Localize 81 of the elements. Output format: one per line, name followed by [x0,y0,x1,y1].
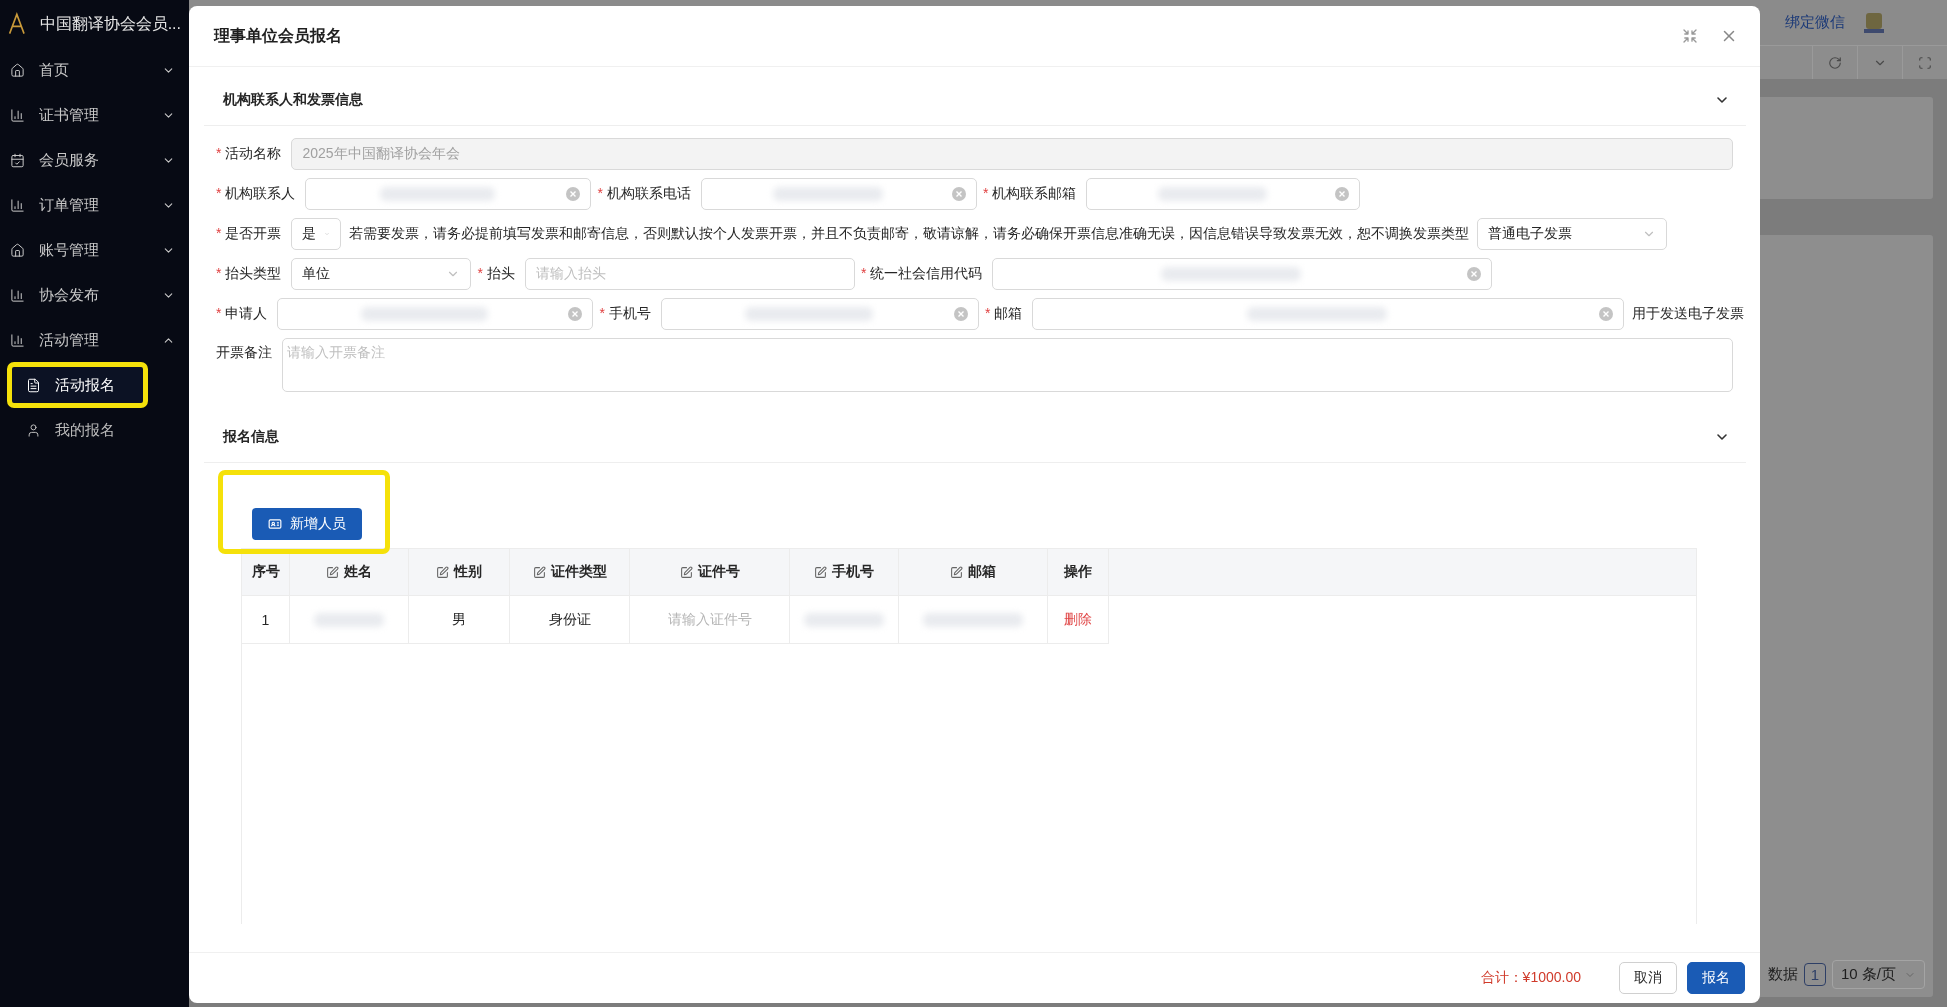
calendar-check-icon [10,153,25,168]
input-field[interactable] [992,258,1493,290]
bar-chart-icon [10,198,25,213]
menu-item[interactable]: 协会发布 [0,273,189,318]
field-label: * 申请人 [216,305,268,323]
select-field[interactable]: 单位 [291,258,472,290]
page-size-select[interactable]: 10 条/页 [1831,960,1925,989]
clear-icon[interactable] [568,307,583,321]
bar-chart-icon [10,288,25,303]
dialog-title: 理事单位会员报名 [214,25,343,46]
select-field[interactable]: 是 [291,218,342,250]
field-label: * 是否开票 [216,225,282,243]
input-field[interactable] [660,298,979,330]
bar-chart-icon [10,333,25,348]
field-label: * 手机号 [599,305,651,323]
edit-icon [814,565,827,579]
field-label: * 机构联系邮箱 [982,185,1077,203]
clear-icon[interactable] [1467,267,1482,281]
column-title: 证件类型 [550,563,607,581]
table-cell: 男 [409,596,510,644]
menu-item[interactable]: 活动管理 [0,318,189,363]
field-label: * 机构联系电话 [597,185,691,203]
clear-icon[interactable] [1335,187,1350,201]
menu-item[interactable]: 证书管理 [0,93,189,138]
shrink-icon[interactable] [1682,28,1698,44]
column-title: 姓名 [344,563,372,581]
field-label: * 统一社会信用代码 [860,265,983,283]
table-cell: 1 [242,596,290,644]
input-field[interactable] [1086,178,1361,210]
column-title: 邮箱 [968,563,996,581]
field-label: * 抬头类型 [216,265,282,283]
field-label: * 活动名称 [216,145,282,163]
menu-item[interactable]: 会员服务 [0,138,189,183]
submenu-item[interactable]: 我的报名 [12,412,143,448]
bar-chart-icon [10,108,25,123]
avatar[interactable] [1863,10,1885,35]
select-field[interactable]: 普通电子发票 [1477,218,1668,250]
user-icon [26,422,41,438]
clear-icon[interactable] [953,307,968,321]
table-cell: 身份证 [510,596,630,644]
input-field[interactable] [1032,298,1625,330]
hint-text: 若需要发票，请务必提前填写发票和邮寄信息，否则默认按个人发票开票，并且不负责邮寄，敬请谅解，请务必确保开票信息准确无误，因信息错误导致发票无效，恕不调换发票类型 [349,225,1470,243]
input-field[interactable] [700,178,977,210]
clear-icon[interactable] [951,187,966,201]
refresh-icon[interactable] [1828,55,1842,70]
clear-icon[interactable] [1599,307,1614,321]
hint-text: 用于发送电子发票 [1632,305,1745,323]
submit-button[interactable]: 报名 [1687,962,1745,994]
field-label: * 抬头 [477,265,515,283]
edit-icon [950,565,963,579]
house-icon [10,63,25,78]
edit-icon [532,565,546,579]
menu-item[interactable]: 订单管理 [0,183,189,228]
column-title: 性别 [454,563,482,581]
house-icon [10,243,25,258]
column-title: 操作 [1064,563,1092,581]
edit-icon [326,565,339,579]
menu-item[interactable]: 首页 [0,48,189,93]
input-field[interactable] [305,178,592,210]
collapse-header[interactable]: 报名信息 [204,412,1746,463]
field-label: 开票备注 [216,343,272,362]
column-title: 序号 [251,563,280,581]
collapse-header[interactable]: 机构联系人和发票信息 [204,75,1746,126]
document-icon [26,377,41,393]
delete-link[interactable]: 删除 [1048,596,1109,644]
column-title: 手机号 [832,563,874,581]
cancel-button[interactable]: 取消 [1619,962,1677,994]
fullscreen-icon[interactable] [1918,55,1932,70]
input-field[interactable] [277,298,594,330]
total-amount: 合计：¥1000.00 [1480,969,1581,987]
id-card-icon [268,517,282,531]
clear-icon[interactable] [566,187,581,201]
field-label: * 机构联系人 [216,185,296,203]
add-person-button[interactable]: 新增人员 [252,508,362,540]
menu-item[interactable]: 账号管理 [0,228,189,273]
edit-icon [436,565,449,579]
column-title: 证件号 [697,563,740,581]
pagination-summary: 数据 [1767,965,1798,984]
edit-icon [679,565,693,579]
app-title: 中国翻译协会会员... [39,13,181,34]
field-label: * 邮箱 [984,305,1023,323]
